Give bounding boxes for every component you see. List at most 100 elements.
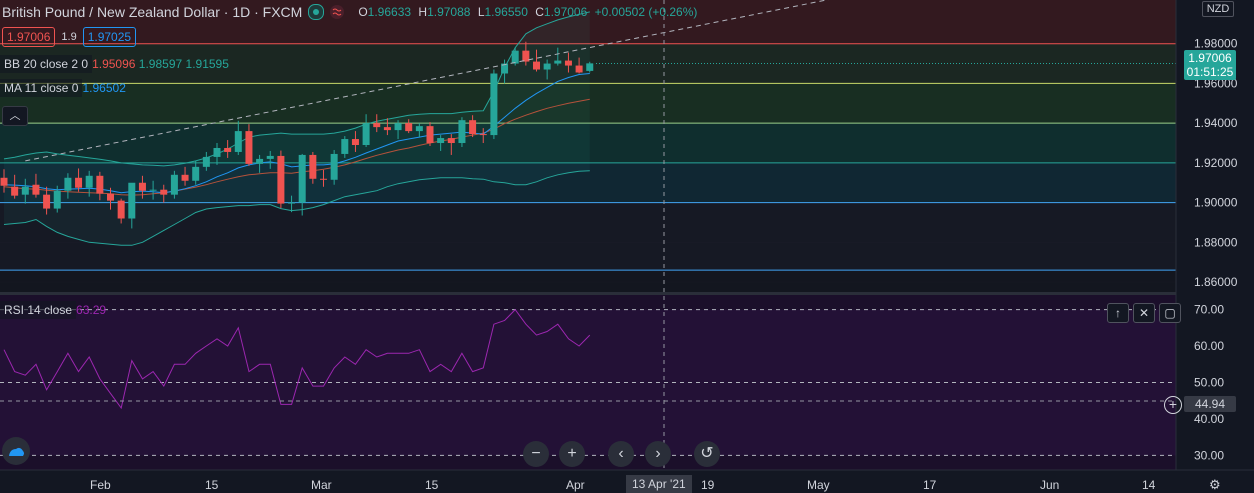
bb-label[interactable]: BB 20 close 2 0 <box>0 55 93 73</box>
candle-body[interactable] <box>170 174 178 195</box>
candle-body[interactable] <box>373 123 381 128</box>
candle-body[interactable] <box>85 175 93 188</box>
candle-body[interactable] <box>32 184 40 195</box>
candle-body[interactable] <box>426 126 434 144</box>
settings-gear-icon[interactable]: ⚙ <box>1209 477 1221 493</box>
zoom-in-button[interactable]: + <box>559 441 585 467</box>
close-value: 1.97006 <box>543 5 588 19</box>
candle-body[interactable] <box>320 178 327 180</box>
bid-ask-row: 1.97006 1.9 1.97025 <box>0 27 137 47</box>
candle-body[interactable] <box>586 63 594 71</box>
candle-body[interactable] <box>75 177 83 188</box>
candle-body[interactable] <box>0 177 8 186</box>
move-pane-up-button[interactable]: ↑ <box>1107 303 1129 323</box>
price-tick-label: 1.88000 <box>1194 235 1238 249</box>
time-label-jun-14: 14 <box>1142 478 1156 492</box>
candle-body[interactable] <box>138 182 146 191</box>
candle-body[interactable] <box>309 154 317 179</box>
candle-body[interactable] <box>181 174 189 181</box>
candle-body[interactable] <box>277 155 285 204</box>
ma-legend[interactable]: MA 11 close 0 1.96502 <box>0 79 126 97</box>
rsi-tick-label: 30.00 <box>1194 448 1224 462</box>
candle-body[interactable] <box>437 138 445 144</box>
sell-price-button[interactable]: 1.97006 <box>2 27 56 47</box>
candle-body[interactable] <box>224 147 232 152</box>
candle-body[interactable] <box>288 202 296 204</box>
candle-body[interactable] <box>160 189 168 195</box>
candle-body[interactable] <box>96 175 104 194</box>
zoom-out-button[interactable]: − <box>523 441 549 467</box>
candle-body[interactable] <box>213 147 221 157</box>
candle-body[interactable] <box>64 177 72 191</box>
candle-body[interactable] <box>511 50 519 64</box>
tradingview-logo-icon[interactable] <box>2 437 30 465</box>
candle-body[interactable] <box>341 139 349 154</box>
close-pane-button[interactable]: ✕ <box>1133 303 1155 323</box>
scroll-right-button[interactable]: › <box>645 441 671 467</box>
candle-body[interactable] <box>543 63 551 70</box>
low-label: L <box>477 5 485 19</box>
symbol-legend: British Pound / New Zealand Dollar · 1D … <box>0 2 697 22</box>
bb-upper-value: 1.91595 <box>185 57 229 71</box>
candle-body[interactable] <box>21 186 29 195</box>
bb-legend[interactable]: BB 20 close 2 0 1.95096 1.98597 1.91595 <box>0 55 229 73</box>
collapse-legend-button[interactable]: ︿ <box>2 106 28 126</box>
time-cursor-label: 13 Apr '21 <box>626 475 692 493</box>
candle-body[interactable] <box>107 193 114 201</box>
symbol-title[interactable]: British Pound / New Zealand Dollar · 1D … <box>0 4 302 20</box>
candle-body[interactable] <box>149 189 157 191</box>
candle-body[interactable] <box>256 158 264 164</box>
candle-body[interactable] <box>202 156 210 167</box>
candle-body[interactable] <box>128 182 136 219</box>
buy-price-button[interactable]: 1.97025 <box>82 27 137 47</box>
candle-body[interactable] <box>245 131 253 164</box>
candle-body[interactable] <box>43 194 51 209</box>
ma-label[interactable]: MA 11 close 0 <box>0 79 83 97</box>
candle-body[interactable] <box>479 134 487 136</box>
candle-body[interactable] <box>447 138 455 144</box>
market-status-icon[interactable] <box>308 4 325 20</box>
rsi-label[interactable]: RSI 14 close <box>0 301 77 319</box>
candle-body[interactable] <box>192 166 200 181</box>
candle-body[interactable] <box>564 60 572 66</box>
scroll-left-button[interactable]: ‹ <box>608 441 634 467</box>
rsi-tick-label: 50.00 <box>1194 376 1224 390</box>
data-problem-icon[interactable] <box>330 5 345 19</box>
currency-badge[interactable]: NZD <box>1202 1 1234 17</box>
candle-body[interactable] <box>469 120 477 135</box>
candle-body[interactable] <box>53 190 61 209</box>
chevron-right-icon: › <box>655 445 661 462</box>
reset-chart-button[interactable]: ↺ <box>694 441 720 467</box>
candle-body[interactable] <box>394 123 402 131</box>
candle-body[interactable] <box>458 120 466 144</box>
candle-body[interactable] <box>362 123 370 146</box>
candle-body[interactable] <box>415 126 423 132</box>
candle-body[interactable] <box>117 200 125 219</box>
time-label-apr-19: 19 <box>701 478 715 492</box>
candle-body[interactable] <box>533 61 540 70</box>
time-label-apr: Apr <box>566 478 585 492</box>
candle-body[interactable] <box>490 73 498 136</box>
price-tick-label: 1.94000 <box>1194 116 1238 130</box>
ma-value: 1.96502 <box>82 81 126 95</box>
candle-body[interactable] <box>11 186 19 196</box>
candle-body[interactable] <box>234 131 242 152</box>
plus-icon: + <box>567 445 577 462</box>
candle-body[interactable] <box>383 127 391 131</box>
candle-body[interactable] <box>266 155 274 159</box>
rsi-tick-label: 60.00 <box>1194 339 1224 353</box>
maximize-pane-button[interactable]: ▢ <box>1159 303 1181 323</box>
rsi-tick-label: 40.00 <box>1194 412 1224 426</box>
candle-body[interactable] <box>405 123 413 132</box>
candle-body[interactable] <box>330 153 338 180</box>
rsi-pane[interactable] <box>0 308 1176 456</box>
price-tick-label: 1.98000 <box>1194 37 1238 51</box>
price-chart-canvas[interactable]: 1.980001.960001.940001.920001.900001.880… <box>0 0 1254 493</box>
candle-body[interactable] <box>554 60 562 64</box>
candle-body[interactable] <box>298 154 306 203</box>
rsi-legend[interactable]: RSI 14 close 63.29 <box>0 301 106 319</box>
time-label-mar: Mar <box>311 478 332 492</box>
candle-body[interactable] <box>351 139 359 146</box>
candle-body[interactable] <box>575 65 583 73</box>
add-plus-icon[interactable]: + <box>1164 396 1182 414</box>
